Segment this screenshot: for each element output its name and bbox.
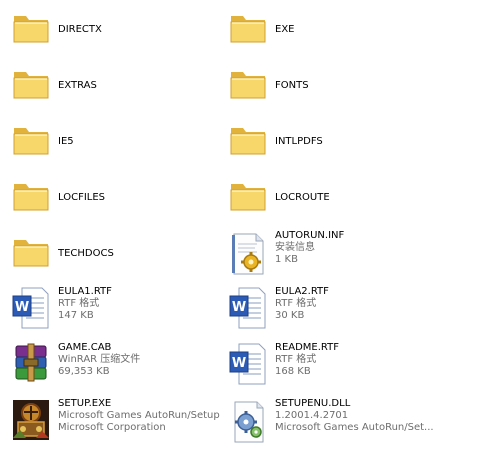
folder-item-ie5[interactable]: IE5 xyxy=(2,118,247,168)
settings-file-icon xyxy=(227,230,269,278)
word-document-icon: W xyxy=(227,342,269,390)
svg-text:W: W xyxy=(232,356,246,371)
setup-program-icon xyxy=(10,398,52,446)
folder-item-directx[interactable]: DIRECTX xyxy=(2,6,247,56)
file-name: GAME.CAB xyxy=(58,342,112,353)
word-document-icon: W xyxy=(10,286,52,334)
file-company: Microsoft Corporation xyxy=(58,422,166,433)
winrar-archive-icon xyxy=(10,342,52,390)
file-item-setup-exe[interactable]: SETUP.EXE Microsoft Games AutoRun/Setup … xyxy=(2,398,247,448)
file-type: 安装信息 xyxy=(275,242,315,253)
folder-item-exe[interactable]: EXE xyxy=(219,6,464,56)
folder-item-locfiles[interactable]: LOCFILES xyxy=(2,174,247,224)
file-name: SETUP.EXE xyxy=(58,398,112,409)
folder-icon xyxy=(10,6,52,54)
folder-icon xyxy=(10,62,52,110)
folder-icon xyxy=(227,62,269,110)
folder-icon xyxy=(227,118,269,166)
word-document-icon: W xyxy=(227,286,269,334)
file-item-eula1-rtf[interactable]: W EULA1.RTF RTF 格式 147 KB xyxy=(2,286,247,336)
file-item-readme-rtf[interactable]: W README.RTF RTF 格式 168 KB xyxy=(219,342,464,392)
file-item-eula2-rtf[interactable]: W EULA2.RTF RTF 格式 30 KB xyxy=(219,286,464,336)
folder-icon xyxy=(227,6,269,54)
folder-item-fonts[interactable]: FONTS xyxy=(219,62,464,112)
file-item-setupenu-dll[interactable]: SETUPENU.DLL 1.2001.4.2701 Microsoft Gam… xyxy=(219,398,464,448)
svg-text:W: W xyxy=(232,300,246,315)
file-name: LOCROUTE xyxy=(275,192,330,203)
svg-text:W: W xyxy=(15,300,29,315)
file-name: SETUPENU.DLL xyxy=(275,398,351,409)
file-name: EXE xyxy=(275,24,295,35)
file-name: DIRECTX xyxy=(58,24,102,35)
file-size: 69,353 KB xyxy=(58,366,110,377)
file-type: WinRAR 压缩文件 xyxy=(58,354,141,365)
dll-gear-icon xyxy=(227,398,269,446)
file-name: INTLPDFS xyxy=(275,136,323,147)
file-description: Microsoft Games AutoRun/Set... xyxy=(275,422,434,433)
folder-item-locroute[interactable]: LOCROUTE xyxy=(219,174,464,224)
file-size: 1 KB xyxy=(275,254,298,265)
file-size: 168 KB xyxy=(275,366,311,377)
file-size: 147 KB xyxy=(58,310,94,321)
file-name: LOCFILES xyxy=(58,192,106,203)
file-name: EULA1.RTF xyxy=(58,286,112,297)
folder-item-techdocs[interactable]: TECHDOCS xyxy=(2,230,247,280)
file-item-autorun-inf[interactable]: AUTORUN.INF 安装信息 1 KB xyxy=(219,230,464,280)
folder-icon xyxy=(10,174,52,222)
folder-icon xyxy=(10,118,52,166)
file-type: RTF 格式 xyxy=(58,298,100,309)
folder-item-intlpdfs[interactable]: INTLPDFS xyxy=(219,118,464,168)
file-size: 30 KB xyxy=(275,310,305,321)
file-name: IE5 xyxy=(58,136,74,147)
file-type: RTF 格式 xyxy=(275,298,317,309)
file-name: FONTS xyxy=(275,80,309,91)
file-name: AUTORUN.INF xyxy=(275,230,345,241)
file-item-game-cab[interactable]: GAME.CAB WinRAR 压缩文件 69,353 KB xyxy=(2,342,247,392)
file-name: EULA2.RTF xyxy=(275,286,329,297)
file-version: 1.2001.4.2701 xyxy=(275,410,349,421)
file-type: RTF 格式 xyxy=(275,354,317,365)
file-name: README.RTF xyxy=(275,342,340,353)
file-name: TECHDOCS xyxy=(58,248,114,259)
file-description: Microsoft Games AutoRun/Setup xyxy=(58,410,220,421)
file-name: EXTRAS xyxy=(58,80,97,91)
folder-icon xyxy=(227,174,269,222)
folder-icon xyxy=(10,230,52,278)
folder-item-extras[interactable]: EXTRAS xyxy=(2,62,247,112)
